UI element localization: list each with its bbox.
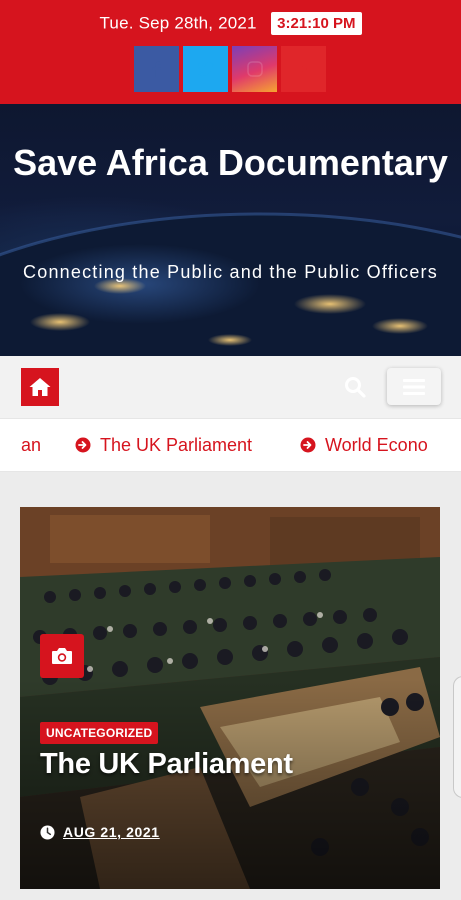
category-badge[interactable]: UNCATEGORIZED: [40, 722, 159, 744]
featured-post-card[interactable]: UNCATEGORIZED The UK Parliament AUG 21, …: [20, 507, 440, 889]
top-bar: Tue. Sep 28th, 2021 3:21:10 PM: [0, 0, 461, 104]
arrow-circle-right-icon: [75, 437, 91, 453]
post-meta: AUG 21, 2021: [40, 824, 160, 840]
home-icon: [29, 378, 51, 396]
facebook-link[interactable]: [134, 46, 179, 92]
date-time: Tue. Sep 28th, 2021 3:21:10 PM: [0, 12, 461, 35]
twitter-icon: [197, 62, 214, 76]
ticker-item[interactable]: an: [21, 419, 41, 471]
hamburger-menu-icon: [403, 378, 425, 395]
camera-icon: [52, 648, 72, 664]
site-header: Save Africa Documentary Connecting the P…: [0, 104, 461, 356]
post-title[interactable]: The UK Parliament: [40, 748, 293, 781]
ticker-item-label: World Econo: [325, 434, 428, 455]
ticker-item[interactable]: The UK Parliament: [75, 419, 252, 471]
site-title[interactable]: Save Africa Documentary: [0, 140, 461, 185]
current-time: 3:21:10 PM: [271, 12, 362, 35]
search-icon: [345, 377, 366, 398]
post-format-badge: [40, 634, 84, 678]
search-button[interactable]: [343, 375, 367, 399]
post-date[interactable]: AUG 21, 2021: [63, 824, 160, 840]
arrow-circle-right-icon: [300, 437, 316, 453]
menu-toggle-button[interactable]: [387, 368, 441, 405]
instagram-link[interactable]: [232, 46, 277, 92]
home-button[interactable]: [21, 368, 59, 406]
news-ticker: an The UK Parliament World Econo: [0, 418, 461, 472]
ticker-item-label: an: [21, 434, 42, 455]
side-panel-handle[interactable]: [453, 676, 461, 798]
ticker-item[interactable]: World Econo: [300, 419, 428, 471]
ticker-item-label: The UK Parliament: [100, 434, 253, 455]
youtube-link[interactable]: [281, 46, 326, 92]
twitter-link[interactable]: [183, 46, 228, 92]
site-tagline: Connecting the Public and the Public Off…: [23, 262, 438, 282]
clock-icon: [40, 824, 55, 840]
youtube-icon: [301, 66, 307, 72]
instagram-icon: [246, 61, 263, 77]
social-links: [134, 46, 326, 92]
current-date: Tue. Sep 28th, 2021: [99, 13, 257, 33]
facebook-icon: [152, 61, 161, 77]
navigation-bar: [0, 356, 461, 418]
